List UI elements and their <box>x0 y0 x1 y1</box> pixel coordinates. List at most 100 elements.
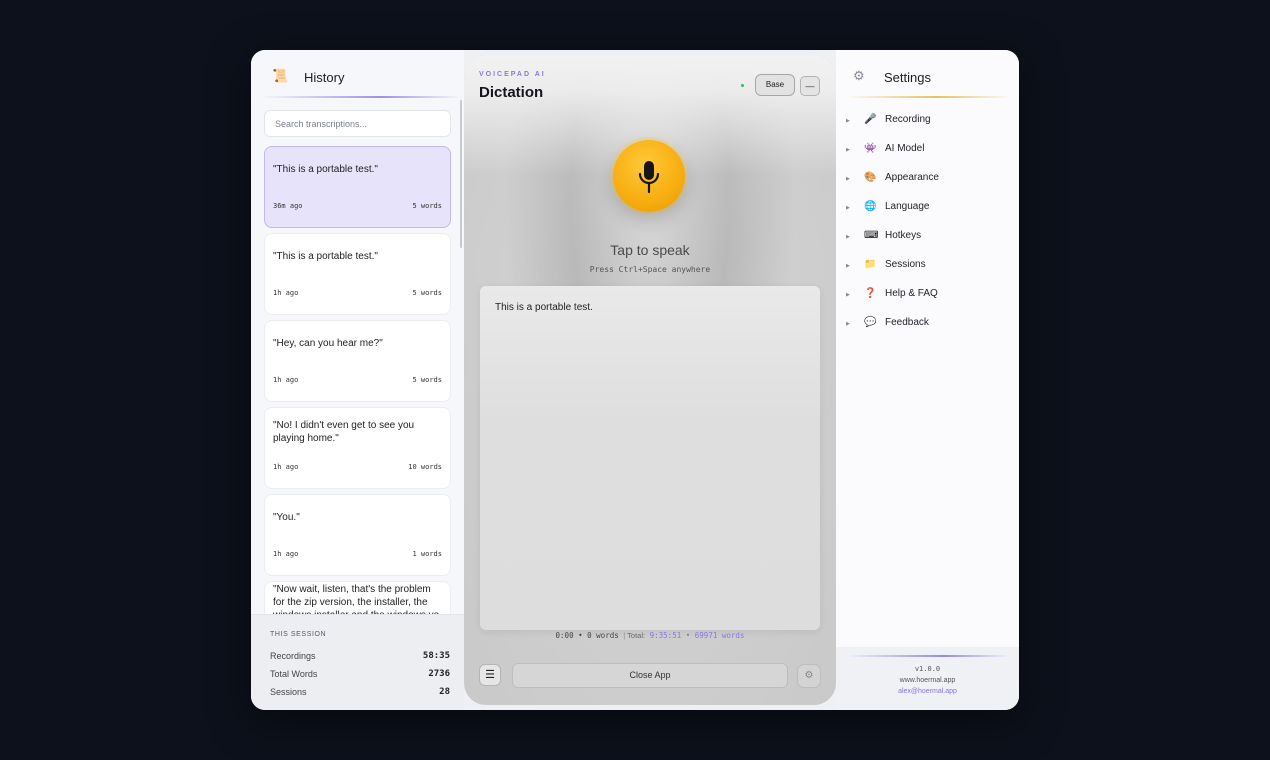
history-item-text: "No! I didn't even get to see you playin… <box>273 420 415 444</box>
current-stats: 0:00 • 0 words <box>555 631 619 640</box>
session-row-label: Recordings <box>270 651 316 661</box>
expand-arrow-icon: ▶ <box>846 292 850 298</box>
history-divider <box>261 96 461 98</box>
footer-divider <box>846 655 1009 657</box>
history-item-time: 1h ago <box>273 376 299 384</box>
settings-item-ai-model[interactable]: ▶ 👾 AI Model <box>846 142 1011 160</box>
folder-icon: 📁 <box>864 259 877 270</box>
session-stats: THIS SESSION Recordings 58:35 Total Word… <box>251 614 464 710</box>
session-row-sessions: Sessions 28 <box>270 687 450 697</box>
expand-arrow-icon: ▶ <box>846 205 850 211</box>
history-item[interactable]: "This is a portable test." 36m ago 5 wor… <box>264 146 451 228</box>
history-item[interactable]: "No! I didn't even get to see you playin… <box>264 407 451 489</box>
scroll-icon: 📜 <box>272 68 289 83</box>
settings-item-sessions[interactable]: ▶ 📁 Sessions <box>846 258 1011 276</box>
expand-arrow-icon: ▶ <box>846 147 850 153</box>
settings-panel: ⚙ Settings ▶ 🎤 Recording ▶ 👾 AI Model ▶ … <box>836 50 1019 710</box>
settings-item-label: Help & FAQ <box>885 288 938 299</box>
session-row-value: 28 <box>439 687 450 697</box>
history-item[interactable]: "You." 1h ago 1 words <box>264 494 451 576</box>
settings-footer: v1.0.0 www.hoermal.app alex@hoermal.app <box>836 647 1019 710</box>
session-row-value: 58:35 <box>422 651 450 661</box>
brand-label: VOICEPAD AI <box>479 71 546 78</box>
history-panel: 📜 History "This is a portable test." 36m… <box>251 50 464 710</box>
settings-item-label: Feedback <box>885 317 929 328</box>
settings-item-label: Hotkeys <box>885 230 922 241</box>
search-input[interactable] <box>264 110 451 137</box>
settings-item-label: Language <box>885 201 930 212</box>
history-header: 📜 History <box>251 50 464 98</box>
palette-icon: 🎨 <box>864 172 877 183</box>
history-scrollbar[interactable] <box>460 100 462 248</box>
tap-to-speak-label: Tap to speak <box>610 242 690 258</box>
session-title: THIS SESSION <box>270 631 327 638</box>
session-row-recordings: Recordings 58:35 <box>270 651 450 661</box>
history-list: "This is a portable test." 36m ago 5 wor… <box>264 146 452 614</box>
expand-arrow-icon: ▶ <box>846 263 850 269</box>
record-button[interactable] <box>613 140 685 212</box>
expand-arrow-icon: ▶ <box>846 321 850 327</box>
gear-icon: ⚙ <box>804 670 814 681</box>
settings-gear-button[interactable]: ⚙ <box>797 664 821 688</box>
settings-item-hotkeys[interactable]: ▶ ⌨ Hotkeys <box>846 229 1011 247</box>
settings-item-label: Recording <box>885 114 931 125</box>
settings-item-label: Sessions <box>885 259 926 270</box>
version-label: v1.0.0 <box>914 665 941 673</box>
globe-icon: 🌐 <box>864 201 877 212</box>
keyboard-icon: ⌨ <box>864 230 879 241</box>
settings-item-feedback[interactable]: ▶ 💬 Feedback <box>846 316 1011 334</box>
history-item[interactable]: "Now wait, listen, that's the problem fo… <box>264 581 451 614</box>
session-row-label: Total Words <box>270 669 318 679</box>
session-row-total-words: Total Words 2736 <box>270 669 450 679</box>
settings-item-appearance[interactable]: ▶ 🎨 Appearance <box>846 171 1011 189</box>
history-item-words: 10 words <box>408 463 442 471</box>
history-item[interactable]: "Hey, can you hear me?" 1h ago 5 words <box>264 320 451 402</box>
history-item-words: 5 words <box>412 202 442 210</box>
history-title: History <box>304 70 345 85</box>
menu-button[interactable]: ☰ <box>479 664 501 686</box>
page-title: Dictation <box>479 84 544 101</box>
expand-arrow-icon: ▶ <box>846 234 850 240</box>
question-icon: ❓ <box>864 288 877 299</box>
history-item-text: "Now wait, listen, that's the problem fo… <box>273 584 439 614</box>
session-row-label: Sessions <box>270 687 307 697</box>
transcript-text: This is a portable test. <box>495 302 593 313</box>
history-item[interactable]: "This is a portable test." 1h ago 5 word… <box>264 233 451 315</box>
close-app-button[interactable]: Close App <box>512 663 788 688</box>
settings-item-recording[interactable]: ▶ 🎤 Recording <box>846 113 1011 131</box>
history-item-words: 5 words <box>412 376 442 384</box>
history-item-words: 5 words <box>412 289 442 297</box>
total-words: • 69971 words <box>685 631 745 640</box>
history-item-text: "This is a portable test." <box>273 164 378 175</box>
total-label: Total: <box>627 631 646 640</box>
expand-arrow-icon: ▶ <box>846 176 850 182</box>
expand-arrow-icon: ▶ <box>846 118 850 124</box>
settings-item-language[interactable]: ▶ 🌐 Language <box>846 200 1011 218</box>
history-item-text: "This is a portable test." <box>273 251 378 262</box>
dictation-panel: VOICEPAD AI Dictation Base — Tap to spea… <box>464 55 836 705</box>
history-item-time: 1h ago <box>273 550 299 558</box>
email-link[interactable]: alex@hoermal.app <box>836 688 1019 695</box>
history-item-time: 1h ago <box>273 289 299 297</box>
website-link[interactable]: www.hoermal.app <box>836 677 1019 684</box>
settings-divider <box>846 96 1011 98</box>
history-item-text: "You." <box>273 512 300 523</box>
model-button[interactable]: Base <box>755 74 795 96</box>
minimize-button[interactable]: — <box>800 76 820 96</box>
settings-item-help[interactable]: ▶ ❓ Help & FAQ <box>846 287 1011 305</box>
hotkey-hint: Press Ctrl+Space anywhere <box>589 265 711 274</box>
history-item-words: 1 words <box>412 550 442 558</box>
history-item-text: "Hey, can you hear me?" <box>273 338 383 349</box>
app-window: 📜 History "This is a portable test." 36m… <box>251 50 1019 710</box>
settings-item-label: AI Model <box>885 143 925 154</box>
history-item-time: 1h ago <box>273 463 299 471</box>
status-dot <box>741 84 744 87</box>
session-row-value: 2736 <box>428 669 450 679</box>
robot-icon: 👾 <box>864 143 877 154</box>
transcript-area[interactable]: This is a portable test. <box>480 286 820 630</box>
settings-title: Settings <box>884 70 931 85</box>
history-item-time: 36m ago <box>273 202 303 210</box>
microphone-icon: 🎤 <box>864 114 877 125</box>
settings-item-label: Appearance <box>885 172 939 183</box>
total-time: 9:35:51 <box>649 631 682 640</box>
